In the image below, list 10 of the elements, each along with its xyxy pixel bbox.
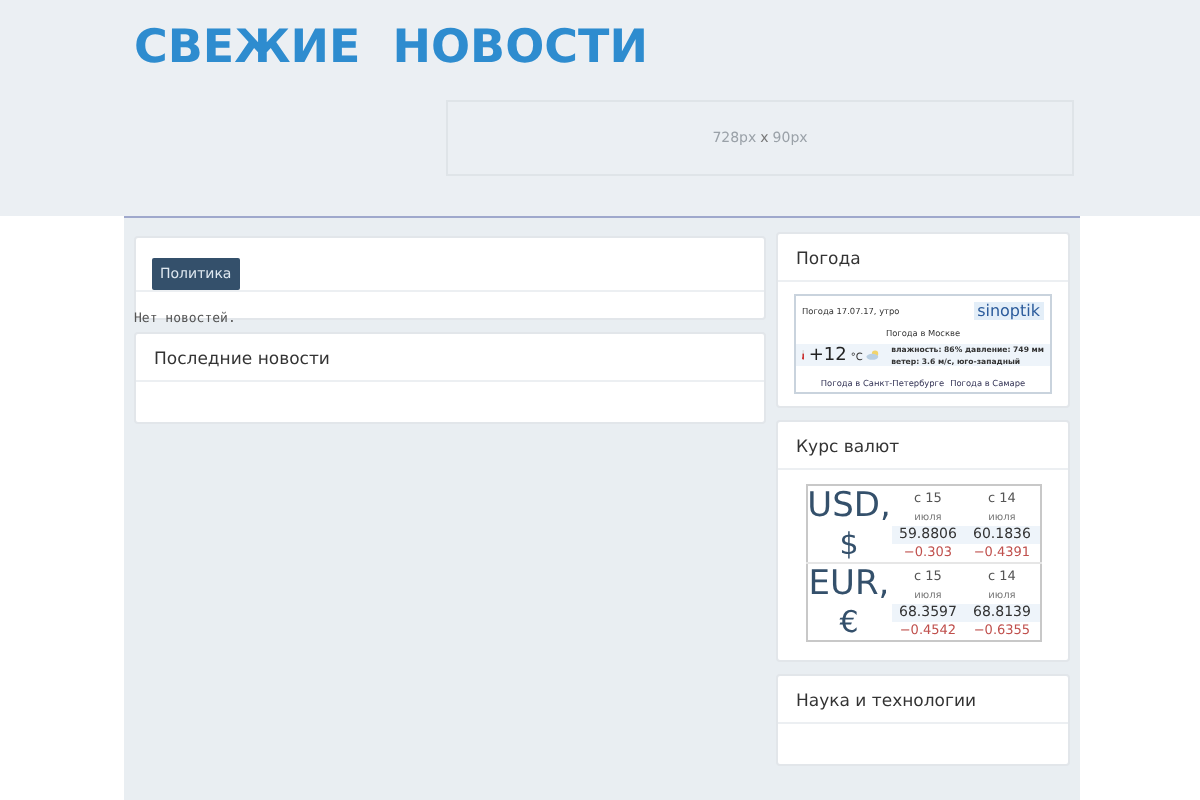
widget-title: Погода xyxy=(796,250,861,270)
widget-title: Последние новости xyxy=(154,350,330,370)
temperature: +12 xyxy=(808,345,847,366)
widget-title: Наука и технологии xyxy=(796,692,977,712)
widget-title: Курс валют xyxy=(796,438,900,458)
currency-code: EUR, xyxy=(808,564,890,604)
currency-code: USD, xyxy=(807,486,891,526)
currency-symbol: $ xyxy=(839,526,859,562)
brand-logo[interactable]: sinoptik xyxy=(973,301,1044,320)
currency-symbol: € xyxy=(839,604,859,640)
